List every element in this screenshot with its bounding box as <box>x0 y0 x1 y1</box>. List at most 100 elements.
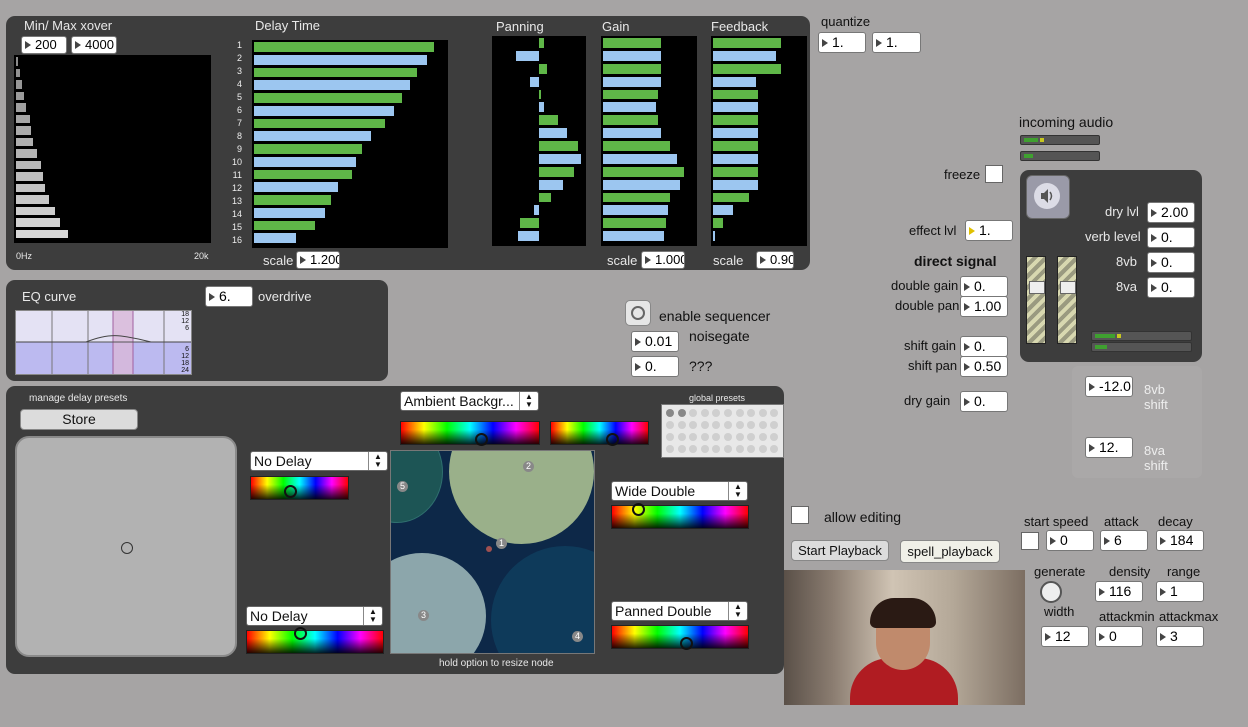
octave-above-number[interactable]: 0. <box>1147 277 1195 298</box>
feedback-bar[interactable] <box>713 141 759 151</box>
shift-gain-number[interactable]: 0. <box>960 336 1008 357</box>
panning-bar[interactable] <box>539 179 563 190</box>
overdrive-number[interactable]: 6. <box>205 286 253 307</box>
panning-bar[interactable] <box>539 102 544 113</box>
dac-button[interactable] <box>1026 175 1070 219</box>
color-swatch-left-bottom[interactable] <box>246 627 384 654</box>
preset-slot[interactable] <box>677 409 686 417</box>
feedback-bar[interactable] <box>713 128 759 138</box>
effect-level-number[interactable]: 1. <box>965 220 1013 241</box>
feedback-multislider[interactable] <box>711 36 807 246</box>
start-speed-toggle[interactable] <box>1021 532 1039 550</box>
xover-bar[interactable] <box>16 137 34 146</box>
preset-slot[interactable] <box>700 409 709 417</box>
gain-slider-right[interactable] <box>1057 256 1077 344</box>
xover-bar[interactable] <box>16 229 69 238</box>
feedback-bar[interactable] <box>713 76 757 87</box>
swatch-knob[interactable] <box>284 485 297 498</box>
color-swatch-left-top[interactable] <box>250 476 349 500</box>
preset-slot[interactable] <box>724 409 732 417</box>
feedback-bar[interactable] <box>713 38 782 48</box>
feedback-bar[interactable] <box>713 63 782 74</box>
preset-slot[interactable] <box>712 445 721 453</box>
preset-slot[interactable] <box>758 421 767 429</box>
decay-number[interactable]: 184 <box>1156 530 1204 551</box>
pad-cursor[interactable] <box>121 542 133 554</box>
preset-slot[interactable] <box>747 409 756 417</box>
delay-time-bar[interactable] <box>254 169 352 180</box>
preset-slot[interactable] <box>666 421 674 429</box>
feedback-bar[interactable] <box>713 50 776 61</box>
node-2[interactable] <box>449 451 594 544</box>
xover-bar[interactable] <box>16 114 30 123</box>
xover-bar[interactable] <box>16 218 61 227</box>
gain-bar[interactable] <box>603 50 661 61</box>
freeze-checkbox[interactable] <box>985 165 1003 183</box>
xover-bar[interactable] <box>16 172 44 181</box>
delay-scale-number[interactable]: 1.200 <box>296 251 340 269</box>
gain-bar[interactable] <box>603 153 677 164</box>
panning-bar[interactable] <box>529 76 539 87</box>
panning-bar[interactable] <box>539 166 574 177</box>
quantize-b-number[interactable]: 1. <box>872 32 921 53</box>
xover-multislider[interactable] <box>14 55 211 243</box>
enable-sequencer-toggle[interactable] <box>625 300 651 326</box>
attackmin-number[interactable]: 0 <box>1095 626 1143 647</box>
slider-knob[interactable] <box>1029 281 1045 294</box>
preset-slot[interactable] <box>747 445 756 453</box>
preset-slot[interactable] <box>724 445 732 453</box>
preset-slot[interactable] <box>758 433 767 441</box>
color-swatch-top-right[interactable] <box>550 421 649 446</box>
delay-preset-pad[interactable] <box>15 436 237 657</box>
gain-multislider[interactable] <box>601 36 697 246</box>
preset-slot[interactable] <box>700 421 709 429</box>
color-swatch-right-top[interactable] <box>611 503 749 529</box>
preset-slot[interactable] <box>689 421 698 429</box>
feedback-bar[interactable] <box>713 231 715 241</box>
node-1[interactable] <box>486 546 492 552</box>
octave-above-shift-number[interactable]: 12. <box>1085 437 1133 458</box>
dry-level-number[interactable]: 2.00 <box>1147 202 1195 223</box>
panning-bar[interactable] <box>534 205 539 216</box>
panning-bar[interactable] <box>539 89 541 100</box>
slider-knob[interactable] <box>1060 281 1076 294</box>
gain-scale-number[interactable]: 1.000 <box>641 251 685 269</box>
density-number[interactable]: 116 <box>1095 581 1143 602</box>
preset-slot[interactable] <box>770 433 779 441</box>
preset-slot[interactable] <box>724 433 732 441</box>
swatch-knob[interactable] <box>680 637 693 650</box>
preset-slot[interactable] <box>666 445 674 453</box>
panning-bar[interactable] <box>539 141 579 151</box>
preset-slot[interactable] <box>724 421 732 429</box>
delay-time-bar[interactable] <box>254 67 418 78</box>
attack-number[interactable]: 6 <box>1100 530 1148 551</box>
delay-menu-left-top[interactable]: No Delay ▲ ▼ <box>250 451 388 471</box>
noisegate-number[interactable]: 0.01 <box>631 331 679 352</box>
xover-bar[interactable] <box>16 206 55 215</box>
feedback-bar[interactable] <box>713 192 749 203</box>
delay-time-bar[interactable] <box>254 182 339 192</box>
panning-bar[interactable] <box>539 128 568 138</box>
delay-time-bar[interactable] <box>254 233 297 243</box>
xover-min-number[interactable]: 200 <box>21 36 67 54</box>
preset-slot[interactable] <box>666 409 674 417</box>
preset-slot[interactable] <box>712 421 721 429</box>
delay-time-bar[interactable] <box>254 220 316 231</box>
preset-slot[interactable] <box>770 445 779 453</box>
panning-bar[interactable] <box>515 50 539 61</box>
gain-bar[interactable] <box>603 76 661 87</box>
preset-slot[interactable] <box>712 409 721 417</box>
delay-menu-left-bottom[interactable]: No Delay ▲ ▼ <box>246 606 383 626</box>
panning-bar[interactable] <box>520 218 539 229</box>
feedback-bar[interactable] <box>713 115 759 126</box>
xover-bar[interactable] <box>16 195 49 204</box>
unknown-number[interactable]: 0. <box>631 356 679 377</box>
xover-bar[interactable] <box>16 149 38 158</box>
preset-slot[interactable] <box>700 445 709 453</box>
panning-multislider[interactable] <box>492 36 586 246</box>
gain-bar[interactable] <box>603 141 671 151</box>
preset-slot[interactable] <box>677 445 686 453</box>
preset-slot[interactable] <box>770 409 779 417</box>
gain-bar[interactable] <box>603 166 684 177</box>
delay-time-bar[interactable] <box>254 93 402 103</box>
